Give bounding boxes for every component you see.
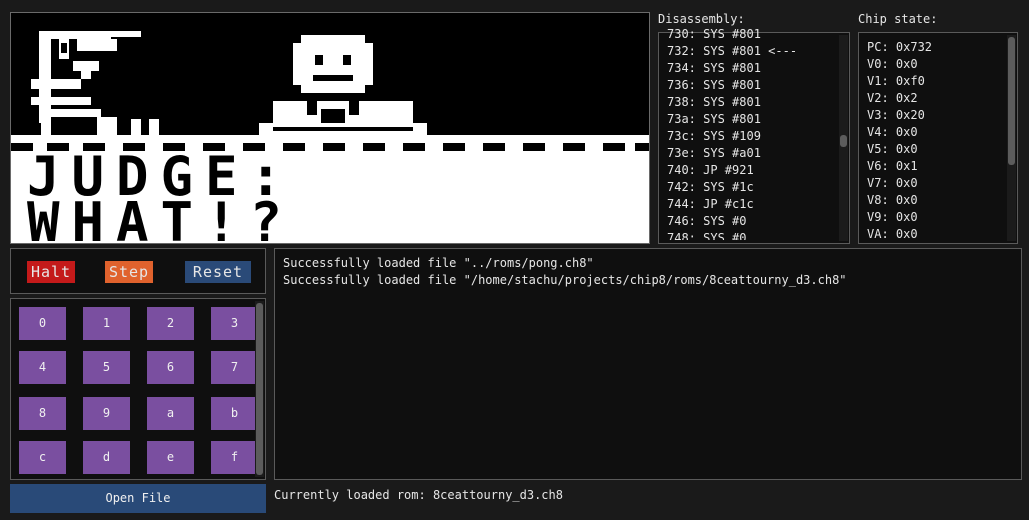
key-0-button[interactable]: 0 [19,307,66,340]
key-d-button[interactable]: d [83,441,130,474]
disassembly-header: Disassembly: [658,12,745,26]
step-button[interactable]: Step [105,261,153,283]
chip-state-header: Chip state: [858,12,938,26]
disassembly-row: 748: SYS #0 [667,231,747,240]
reset-button[interactable]: Reset [185,261,251,283]
disassembly-row: 738: SYS #801 [667,95,761,109]
key-1-button[interactable]: 1 [83,307,130,340]
disassembly-list: 730: SYS #801 732: SYS #801 <--- 734: SYS … [659,26,835,240]
disassembly-row: 732: SYS #801 <--- [667,44,798,58]
chip-state-list: PC: 0x732 V0: 0x0 V1: 0xf0 V2: 0x2 V3: 0x20 V… [859,39,1003,243]
chip-state-row: V9: 0x0 [867,210,918,224]
key-2-button[interactable]: 2 [147,307,194,340]
chip-state-row: V7: 0x0 [867,176,918,190]
log-list: Successfully loaded file "../roms/pong.c… [283,255,847,289]
chip-state-row: V8: 0x0 [867,193,918,207]
key-b-button[interactable]: b [211,397,258,430]
disassembly-scroll-thumb[interactable] [840,135,847,147]
chip-state-row: V0: 0x0 [867,57,918,71]
disassembly-row: 73e: SYS #a01 [667,146,761,160]
screen-canvas: JUDGE: WHAT!? [11,13,649,243]
log-line: Successfully loaded file "../roms/pong.c… [283,256,594,270]
key-8-button[interactable]: 8 [19,397,66,430]
open-file-button[interactable]: Open File [10,484,266,513]
key-4-button[interactable]: 4 [19,351,66,384]
halt-button[interactable]: Halt [27,261,75,283]
disassembly-row: 744: JP #c1c [667,197,754,211]
keypad-scrollbar[interactable] [255,301,264,477]
disassembly-row: 746: SYS #0 [667,214,747,228]
key-6-button[interactable]: 6 [147,351,194,384]
key-c-button[interactable]: c [19,441,66,474]
disassembly-row: 742: SYS #1c [667,180,754,194]
chip-state-row: V5: 0x0 [867,142,918,156]
keypad-scroll-thumb[interactable] [256,303,263,475]
disassembly-scrollbar[interactable] [839,35,848,241]
chip-state-row: V1: 0xf0 [867,74,925,88]
chip-state-row: PC: 0x732 [867,40,933,54]
key-e-button[interactable]: e [147,441,194,474]
keypad-panel: 0123 4567 89ab cdef [10,298,266,480]
chip-state-row: V6: 0x1 [867,159,918,173]
key-a-button[interactable]: a [147,397,194,430]
chip-state-panel[interactable]: PC: 0x732 V0: 0x0 V1: 0xf0 V2: 0x2 V3: 0x20 V… [858,32,1018,244]
key-9-button[interactable]: 9 [83,397,130,430]
key-f-button[interactable]: f [211,441,258,474]
chip-state-scroll-thumb[interactable] [1008,37,1015,165]
chip-state-scrollbar[interactable] [1007,35,1016,241]
disassembly-panel[interactable]: 730: SYS #801 732: SYS #801 <--- 734: SYS … [658,27,850,244]
disassembly-row: 73a: SYS #801 [667,112,761,126]
disassembly-row: 73c: SYS #109 [667,129,761,143]
disassembly-row: 734: SYS #801 [667,61,761,75]
disassembly-row: 730: SYS #801 [667,27,761,41]
key-3-button[interactable]: 3 [211,307,258,340]
chip-state-row: V2: 0x2 [867,91,918,105]
chip-state-row: VA: 0x0 [867,227,918,241]
key-7-button[interactable]: 7 [211,351,258,384]
loaded-rom-status: Currently loaded rom: 8ceattourny_d3.ch8 [274,488,563,502]
log-line: Successfully loaded file "/home/stachu/p… [283,273,847,287]
log-panel[interactable]: Successfully loaded file "../roms/pong.c… [274,248,1022,480]
chip-state-row: V3: 0x20 [867,108,925,122]
key-5-button[interactable]: 5 [83,351,130,384]
chip-state-row: V4: 0x0 [867,125,918,139]
controls-panel: Halt Step Reset [10,248,266,294]
disassembly-row: 736: SYS #801 [667,78,761,92]
screen-text-line2: WHAT!? [27,191,294,243]
emulator-screen: JUDGE: WHAT!? [10,12,650,244]
disassembly-row: 740: JP #921 [667,163,754,177]
